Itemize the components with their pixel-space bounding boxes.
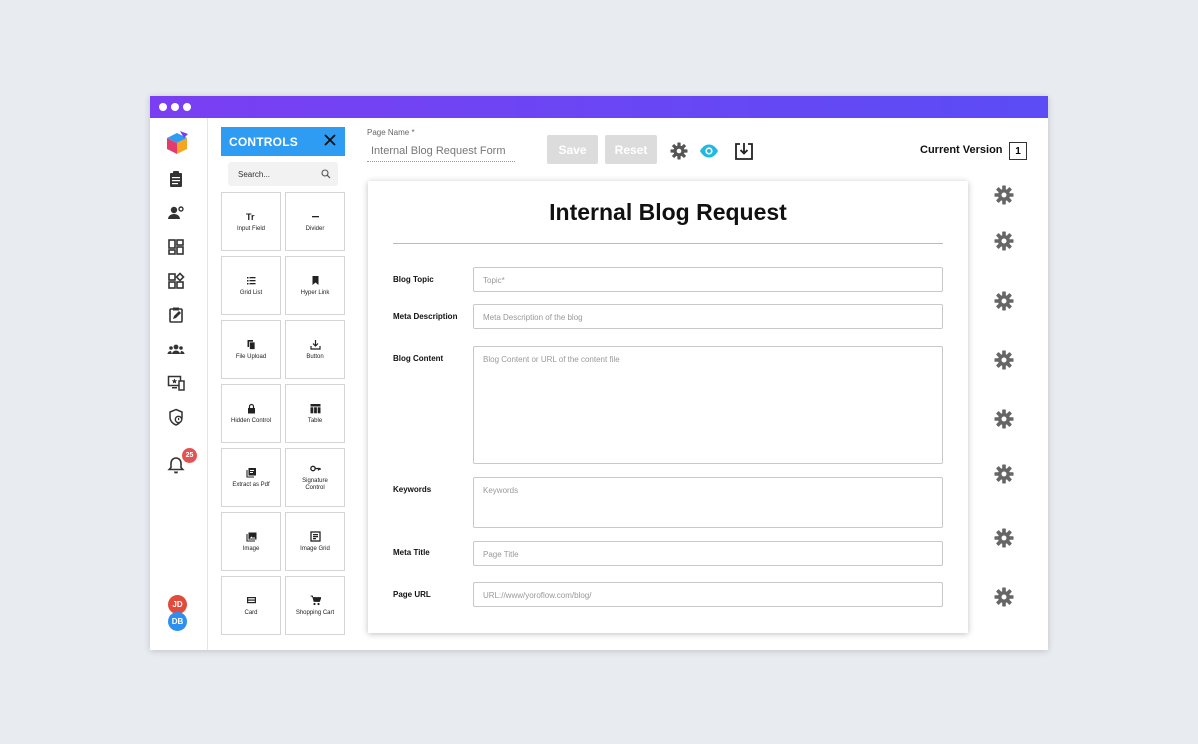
field-settings-gear-icon[interactable] xyxy=(993,290,1015,312)
page-url-input[interactable]: URL://www/yoroflow.com/blog/ xyxy=(473,582,943,607)
window-dot-icon[interactable] xyxy=(171,103,179,111)
control-label: Input Field xyxy=(236,225,266,232)
keywords-textarea[interactable]: Keywords xyxy=(473,477,943,528)
field-label-blog-content: Blog Content xyxy=(393,354,444,363)
control-tile-image[interactable]: Image xyxy=(221,512,281,571)
left-nav: 25 JD DB xyxy=(150,118,208,650)
bookmark-icon xyxy=(312,275,318,285)
page-name-input[interactable]: Internal Blog Request Form xyxy=(367,141,515,162)
controls-panel-header: CONTROLS xyxy=(221,127,345,156)
page-name-label: Page Name * xyxy=(367,128,415,137)
control-tile-extract-pdf[interactable]: Extract as Pdf xyxy=(221,448,281,507)
user-settings-icon[interactable] xyxy=(165,202,187,224)
meta-description-input[interactable]: Meta Description of the blog xyxy=(473,304,943,329)
control-label: File Upload xyxy=(235,353,267,360)
team-icon[interactable] xyxy=(165,338,187,360)
window-dot-icon[interactable] xyxy=(183,103,191,111)
close-icon[interactable] xyxy=(322,132,338,148)
control-label: Hidden Control xyxy=(230,417,272,424)
field-settings-gear-icon[interactable] xyxy=(993,349,1015,371)
control-tile-file-upload[interactable]: File Upload xyxy=(221,320,281,379)
control-label: Divider xyxy=(305,225,325,232)
image-grid-icon xyxy=(309,530,321,542)
list-icon xyxy=(246,276,255,284)
security-shield-icon[interactable] xyxy=(165,406,187,428)
control-tile-divider[interactable]: Divider xyxy=(285,192,345,251)
control-label: Shopping Cart xyxy=(295,609,335,616)
control-label: Image Grid xyxy=(300,545,330,552)
divider-icon xyxy=(311,215,319,217)
clipboard-list-icon[interactable] xyxy=(165,168,187,190)
dashboard-icon[interactable] xyxy=(165,236,187,258)
control-label: Button xyxy=(306,353,324,360)
field-label-meta-title: Meta Title xyxy=(393,548,430,557)
control-tile-grid-list[interactable]: Grid List xyxy=(221,256,281,315)
save-button[interactable]: Save xyxy=(547,135,598,164)
devices-star-icon[interactable] xyxy=(165,372,187,394)
text-format-icon: Tr xyxy=(246,212,255,222)
control-label: Grid List xyxy=(239,289,263,296)
card-icon xyxy=(246,596,256,603)
preview-eye-icon[interactable] xyxy=(699,141,719,161)
field-settings-gear-icon[interactable] xyxy=(993,408,1015,430)
control-label: Table xyxy=(307,417,323,424)
key-icon xyxy=(309,465,321,472)
app-window: 25 JD DB CONTROLS Search... Tr Input Fie… xyxy=(150,96,1048,650)
meta-title-input[interactable]: Page Title xyxy=(473,541,943,566)
avatar-db[interactable]: DB xyxy=(168,612,187,631)
window-titlebar xyxy=(150,96,1048,118)
current-version-label: Current Version xyxy=(920,144,1003,156)
control-label: Signature Control xyxy=(302,478,328,491)
field-settings-gear-icon[interactable] xyxy=(993,230,1015,252)
field-label-page-url: Page URL xyxy=(393,590,431,599)
control-tile-image-grid[interactable]: Image Grid xyxy=(285,512,345,571)
app-logo-icon[interactable] xyxy=(164,130,190,156)
lock-icon xyxy=(247,403,255,413)
task-edit-icon[interactable] xyxy=(165,304,187,326)
controls-search-input[interactable]: Search... xyxy=(228,162,338,186)
field-settings-gear-icon[interactable] xyxy=(993,527,1015,549)
widgets-icon[interactable] xyxy=(165,270,187,292)
current-version-value[interactable]: 1 xyxy=(1009,142,1027,160)
control-label: Hyper Link xyxy=(300,289,330,296)
control-tile-input-field[interactable]: Tr Input Field xyxy=(221,192,281,251)
download-icon xyxy=(309,339,321,350)
control-tile-hidden-control[interactable]: Hidden Control xyxy=(221,384,281,443)
blog-content-textarea[interactable]: Blog Content or URL of the content file xyxy=(473,346,943,464)
control-tile-table[interactable]: Table xyxy=(285,384,345,443)
notification-badge: 25 xyxy=(182,448,197,463)
control-tile-hyper-link[interactable]: Hyper Link xyxy=(285,256,345,315)
file-copy-icon xyxy=(247,339,255,350)
search-placeholder: Search... xyxy=(238,169,271,179)
form-title: Internal Blog Request xyxy=(549,199,787,225)
blog-topic-input[interactable]: Topic* xyxy=(473,267,943,292)
search-icon xyxy=(321,169,331,179)
cart-icon xyxy=(310,595,321,605)
field-settings-gear-icon[interactable] xyxy=(993,184,1015,206)
field-settings-gear-icon[interactable] xyxy=(993,586,1015,608)
field-label-blog-topic: Blog Topic xyxy=(393,275,434,284)
field-settings-gear-icon[interactable] xyxy=(993,463,1015,485)
control-label: Extract as Pdf xyxy=(232,481,270,488)
controls-title: CONTROLS xyxy=(229,134,298,149)
download-save-icon[interactable] xyxy=(734,141,754,161)
image-icon xyxy=(245,532,256,542)
control-tile-card[interactable]: Card xyxy=(221,576,281,635)
field-label-meta-description: Meta Description xyxy=(393,312,458,321)
reset-button[interactable]: Reset xyxy=(605,135,657,164)
pdf-icon xyxy=(245,467,256,478)
form-divider xyxy=(393,243,943,244)
svg-text:Tr: Tr xyxy=(246,212,255,222)
control-label: Image xyxy=(242,545,260,552)
table-icon xyxy=(310,403,320,413)
control-tile-button[interactable]: Button xyxy=(285,320,345,379)
form-canvas: Internal Blog Request Blog Topic Topic* … xyxy=(368,181,968,633)
control-tile-shopping-cart[interactable]: Shopping Cart xyxy=(285,576,345,635)
control-label: Card xyxy=(244,609,258,616)
control-tile-signature-control[interactable]: Signature Control xyxy=(285,448,345,507)
field-label-keywords: Keywords xyxy=(393,485,432,494)
settings-gear-icon[interactable] xyxy=(669,141,689,161)
window-dot-icon[interactable] xyxy=(159,103,167,111)
